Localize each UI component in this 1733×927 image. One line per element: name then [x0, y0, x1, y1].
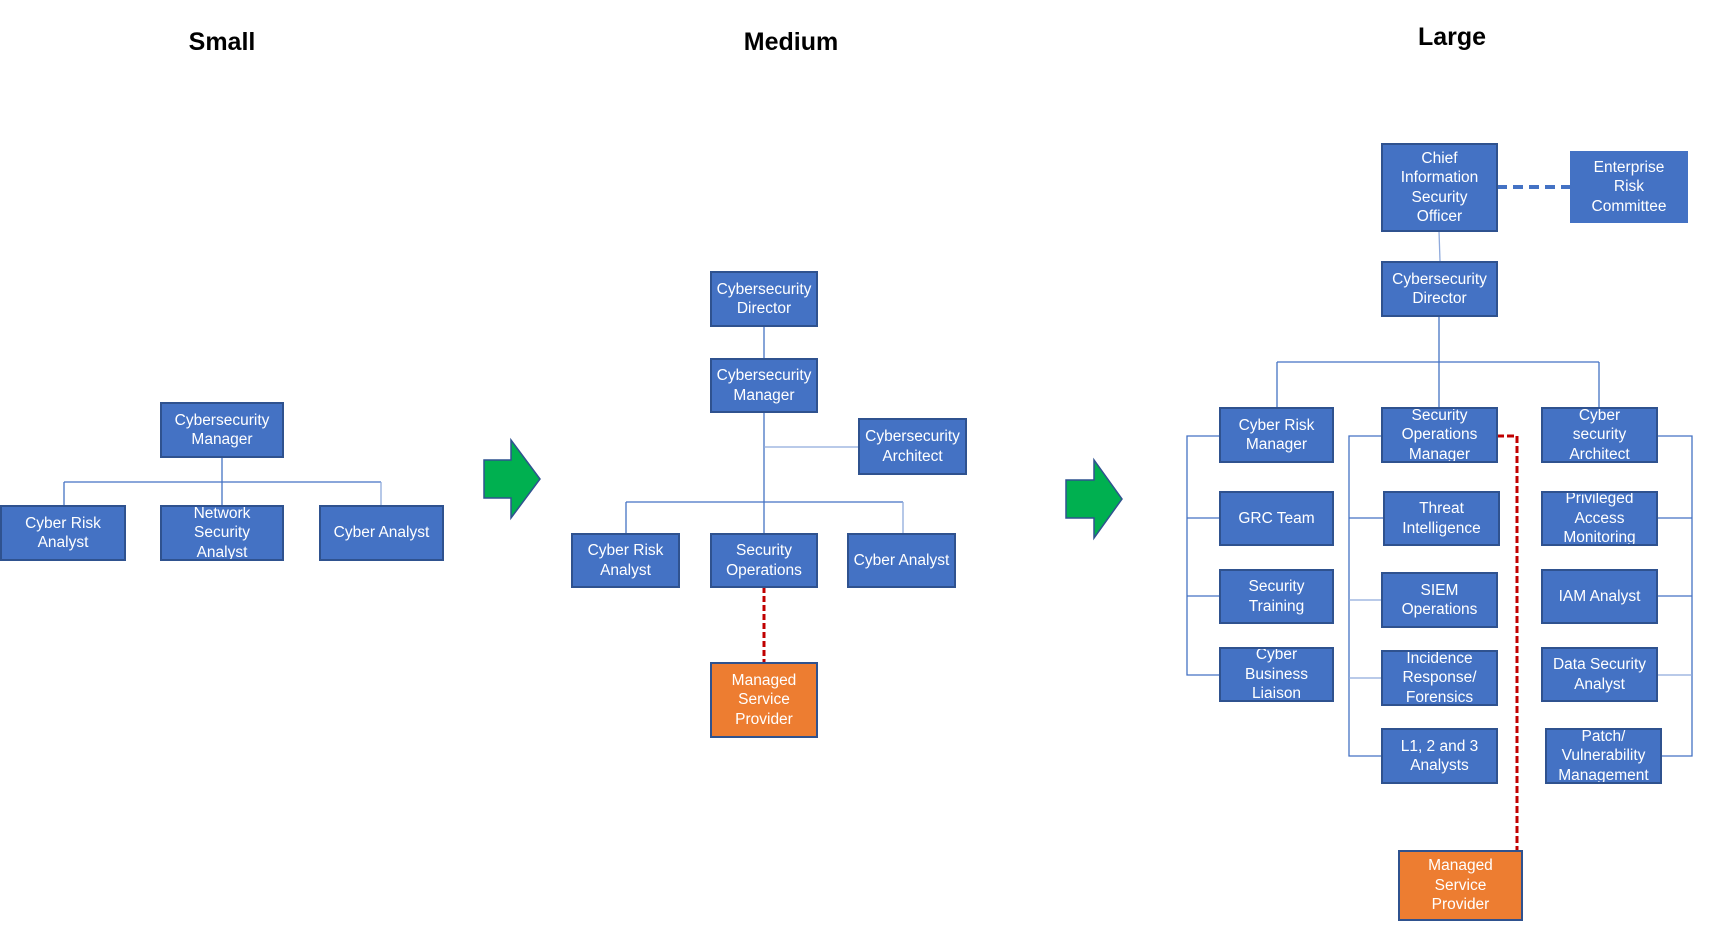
box-label: Threat Intelligence [1402, 500, 1481, 537]
box-label: Cyber Business Liaison [1245, 647, 1308, 702]
large-siem-operations-box[interactable]: SIEM Operations [1381, 572, 1498, 628]
growth-arrow-icon [483, 437, 541, 521]
large-cyber-risk-manager-box[interactable]: Cyber Risk Manager [1219, 407, 1334, 463]
box-label: Cyber Risk Analyst [25, 514, 101, 552]
medium-cyber-risk-analyst-box[interactable]: Cyber Risk Analyst [571, 533, 680, 588]
box-label: Security Training [1248, 578, 1305, 615]
large-cybersecurity-architect-box[interactable]: Cyber security Architect [1541, 407, 1658, 463]
box-label: Cyber Risk Analyst [587, 542, 664, 579]
large-enterprise-risk-committee-box[interactable]: Enterprise Risk Committee [1570, 151, 1688, 223]
box-label: Incidence Response/ Forensics [1402, 650, 1477, 706]
box-label: L1, 2 and 3 Analysts [1400, 737, 1479, 775]
medium-managed-service-provider-box[interactable]: Managed Service Provider [710, 662, 818, 738]
large-cybersecurity-director-box[interactable]: Cybersecurity Director [1381, 261, 1498, 317]
box-label: Chief Information Security Officer [1400, 149, 1479, 226]
large-threat-intelligence-box[interactable]: Threat Intelligence [1383, 491, 1500, 546]
box-label: Security Operations [726, 542, 802, 579]
box-label: Cyber Risk Manager [1238, 416, 1315, 454]
medium-security-operations-box[interactable]: Security Operations [710, 533, 818, 588]
medium-cybersecurity-director-box[interactable]: Cybersecurity Director [710, 271, 818, 327]
large-grc-team-box[interactable]: GRC Team [1219, 491, 1334, 546]
medium-cybersecurity-architect-box[interactable]: Cybersecurity Architect [858, 418, 967, 475]
title-large: Large [1417, 23, 1487, 51]
box-label: Enterprise Risk Committee [1591, 158, 1667, 215]
box-label: GRC Team [1238, 509, 1315, 527]
box-label: Cybersecurity Manager [716, 367, 812, 404]
large-incident-response-box[interactable]: Incidence Response/ Forensics [1381, 650, 1498, 706]
large-managed-service-provider-box[interactable]: Managed Service Provider [1398, 850, 1523, 921]
box-label: Privileged Access Monitoring [1563, 491, 1636, 546]
box-label: IAM Analyst [1558, 587, 1641, 605]
large-security-operations-manager-box[interactable]: Security Operations Manager [1381, 407, 1498, 463]
large-iam-analyst-box[interactable]: IAM Analyst [1541, 569, 1658, 624]
title-small: Small [188, 28, 256, 56]
medium-cyber-analyst-box[interactable]: Cyber Analyst [847, 533, 956, 588]
box-label: Cybersecurity Manager [174, 411, 270, 449]
large-cyber-business-liaison-box[interactable]: Cyber Business Liaison [1219, 647, 1334, 702]
small-cyber-risk-analyst-box[interactable]: Cyber Risk Analyst [0, 505, 126, 561]
box-label: Data Security Analyst [1552, 656, 1647, 693]
box-label: Security Operations Manager [1401, 407, 1478, 463]
large-msp-dotted-link [1497, 434, 1522, 888]
large-privileged-access-monitoring-box[interactable]: Privileged Access Monitoring [1541, 491, 1658, 546]
title-medium: Medium [743, 28, 839, 56]
large-middle-bus [1348, 435, 1381, 757]
medium-cybersecurity-manager-box[interactable]: Cybersecurity Manager [710, 358, 818, 413]
small-cyber-analyst-box[interactable]: Cyber Analyst [319, 505, 444, 561]
large-ciso-director-link [1438, 230, 1441, 262]
box-label: Cybersecurity Director [1392, 270, 1487, 308]
box-label: Cybersecurity Architect [865, 428, 960, 465]
large-ciso-box[interactable]: Chief Information Security Officer [1381, 143, 1498, 232]
box-label: Patch/ Vulnerability Management [1558, 728, 1649, 784]
box-label: Cybersecurity Director [716, 280, 812, 318]
box-label: Network Security Analyst [193, 505, 251, 561]
box-label: Cyber Analyst [333, 524, 430, 542]
large-data-security-analyst-box[interactable]: Data Security Analyst [1541, 647, 1658, 702]
small-connectors [63, 457, 382, 505]
small-cybersecurity-manager-box[interactable]: Cybersecurity Manager [160, 402, 284, 458]
large-security-training-box[interactable]: Security Training [1219, 569, 1334, 624]
growth-arrow-icon [1065, 457, 1123, 541]
large-l1-l2-l3-analysts-box[interactable]: L1, 2 and 3 Analysts [1381, 728, 1498, 784]
box-label: Managed Service Provider [1428, 857, 1493, 914]
box-label: SIEM Operations [1401, 581, 1478, 619]
box-label: Managed Service Provider [731, 671, 797, 728]
large-patch-vulnerability-management-box[interactable]: Patch/ Vulnerability Management [1545, 728, 1662, 784]
small-network-security-analyst-box[interactable]: Network Security Analyst [160, 505, 284, 561]
box-label: Cyber Analyst [853, 551, 950, 569]
large-left-bus [1186, 435, 1219, 676]
box-label: Cyber security Architect [1569, 407, 1630, 463]
